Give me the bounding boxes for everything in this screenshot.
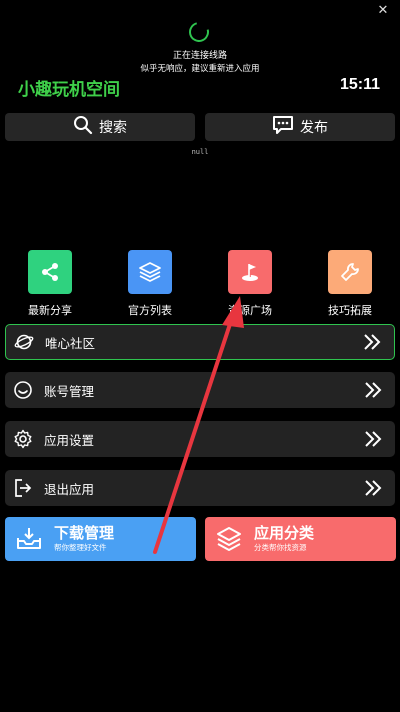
search-button-label: 搜索 (99, 120, 127, 136)
download-card-title: 下载管理 (54, 524, 115, 542)
search-icon (73, 115, 93, 139)
loading-spinner (185, 18, 213, 46)
publish-button-label: 发布 (300, 120, 328, 136)
exit-icon (13, 478, 33, 498)
grid-label: 最新分享 (28, 304, 72, 317)
grid-label: 资源广场 (228, 304, 272, 317)
grid-item-official-list[interactable]: 官方列表 (105, 250, 195, 318)
menu-item-community[interactable]: 唯心社区 (5, 324, 395, 360)
grid-item-resource-square[interactable]: 资源广场 (205, 250, 295, 318)
message-icon (272, 115, 294, 139)
menu-item-label: 应用设置 (44, 432, 95, 448)
category-card-title: 应用分类 (254, 524, 315, 542)
chevron-right-icon (361, 378, 385, 402)
menu-item-account[interactable]: 账号管理 (5, 372, 395, 408)
publish-button[interactable]: 发布 (205, 113, 395, 141)
chevron-right-icon (360, 330, 384, 354)
layers-icon (128, 250, 172, 294)
notice-text: null (191, 148, 209, 156)
menu-item-label: 账号管理 (44, 383, 95, 399)
menu-item-label: 退出应用 (44, 481, 95, 497)
clock-time: 15:11 (339, 76, 380, 93)
menu-item-exit[interactable]: 退出应用 (5, 470, 395, 506)
close-icon[interactable]: ✕ (376, 4, 390, 18)
menu-item-settings[interactable]: 应用设置 (5, 421, 395, 457)
flag-icon (228, 250, 272, 294)
connection-hint-text: 似乎无响应，建议重新进入应用 (140, 64, 260, 74)
planet-icon (14, 332, 34, 352)
connection-status-text: 正在连接线路 (172, 51, 227, 61)
inbox-download-icon (14, 524, 44, 554)
grid-item-tips[interactable]: 技巧拓展 (305, 250, 395, 318)
gear-icon (13, 429, 33, 449)
chevron-right-icon (361, 427, 385, 451)
menu-item-label: 唯心社区 (45, 335, 96, 351)
share-icon (28, 250, 72, 294)
smile-icon (13, 380, 33, 400)
wrench-icon (328, 250, 372, 294)
download-manager-card[interactable]: 下载管理 帮你整理好文件 (5, 517, 196, 561)
search-button[interactable]: 搜索 (5, 113, 195, 141)
app-title: 小趣玩机空间 (18, 80, 120, 100)
grid-label: 官方列表 (128, 304, 172, 317)
grid-item-latest-share[interactable]: 最新分享 (5, 250, 95, 318)
app-category-card[interactable]: 应用分类 分类帮你找资源 (205, 517, 396, 561)
layers-icon (214, 524, 244, 554)
download-card-subtitle: 帮你整理好文件 (54, 543, 107, 552)
category-card-subtitle: 分类帮你找资源 (254, 543, 307, 552)
chevron-right-icon (361, 476, 385, 500)
grid-label: 技巧拓展 (328, 304, 372, 317)
